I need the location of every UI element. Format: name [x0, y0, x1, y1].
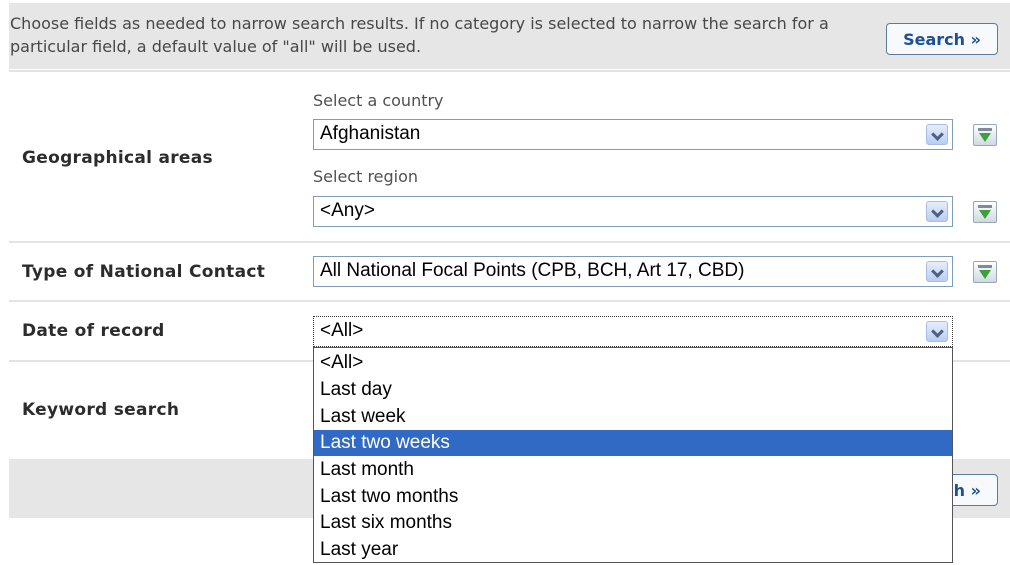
divider — [9, 241, 1010, 243]
region-select[interactable]: <Any> — [313, 196, 953, 227]
dropdown-option[interactable]: Last year — [314, 537, 952, 563]
dropdown-option[interactable]: Last month — [314, 457, 952, 483]
dropdown-option[interactable]: Last day — [314, 377, 952, 403]
dropdown-option-highlighted[interactable]: Last two weeks — [314, 430, 952, 456]
geographical-areas-label: Geographical areas — [22, 148, 213, 168]
country-select[interactable]: Afghanistan — [313, 119, 953, 150]
instructions-text: Choose fields as needed to narrow search… — [10, 14, 829, 56]
download-arrow-icon[interactable] — [973, 201, 997, 223]
date-of-record-select[interactable]: <All> — [313, 316, 953, 347]
dropdown-option[interactable]: Last six months — [314, 510, 952, 536]
chevron-down-icon[interactable] — [926, 261, 948, 282]
date-of-record-label: Date of record — [22, 321, 165, 341]
national-contact-type-value: All National Focal Points (CPB, BCH, Art… — [320, 260, 745, 281]
divider — [9, 70, 1010, 72]
divider — [9, 300, 1010, 302]
country-select-label: Select a country — [313, 91, 444, 110]
keyword-search-label: Keyword search — [22, 400, 180, 420]
region-select-label: Select region — [313, 167, 419, 186]
date-of-record-dropdown[interactable]: <All> Last day Last week Last two weeks … — [313, 347, 953, 563]
dropdown-option[interactable]: <All> — [314, 350, 952, 376]
national-contact-type-label: Type of National Contact — [22, 262, 266, 282]
dropdown-option[interactable]: Last week — [314, 404, 952, 430]
chevron-down-icon[interactable] — [926, 321, 948, 342]
national-contact-type-select[interactable]: All National Focal Points (CPB, BCH, Art… — [313, 256, 953, 287]
date-of-record-value: <All> — [320, 320, 364, 341]
download-arrow-icon[interactable] — [973, 124, 997, 146]
chevron-down-icon[interactable] — [926, 201, 948, 222]
download-arrow-icon[interactable] — [973, 261, 997, 283]
search-button-top[interactable]: Search » — [886, 23, 998, 55]
chevron-down-icon[interactable] — [926, 124, 948, 145]
dropdown-option[interactable]: Last two months — [314, 484, 952, 510]
region-select-value: <Any> — [320, 200, 375, 221]
country-select-value: Afghanistan — [320, 123, 421, 144]
